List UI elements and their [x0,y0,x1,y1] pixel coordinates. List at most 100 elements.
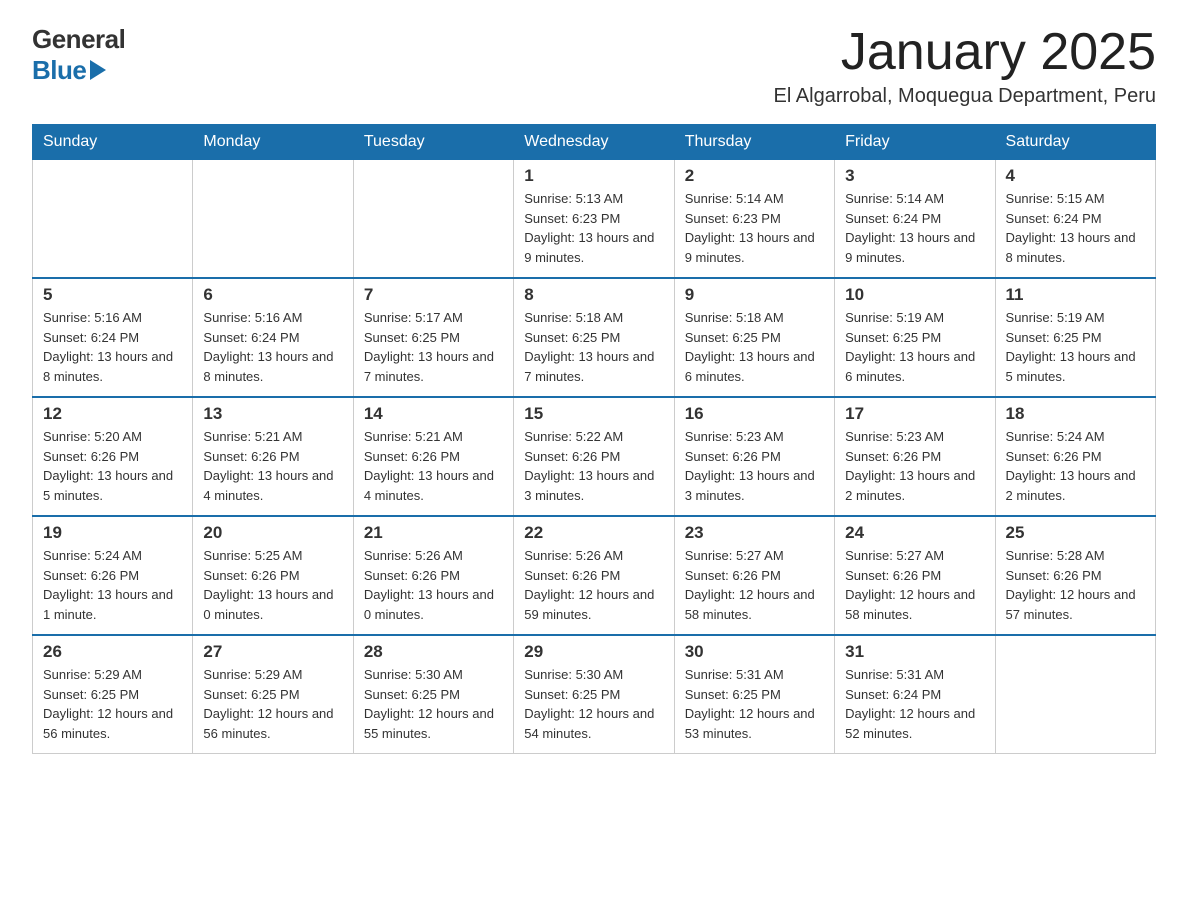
table-row: 23 Sunrise: 5:27 AM Sunset: 6:26 PM Dayli… [674,516,834,635]
day-number: 18 [1006,404,1145,424]
col-saturday: Saturday [995,125,1155,160]
day-info: Sunrise: 5:25 AM Sunset: 6:26 PM Dayligh… [203,546,342,624]
logo-blue-text: Blue [32,55,86,86]
table-row: 20 Sunrise: 5:25 AM Sunset: 6:26 PM Dayli… [193,516,353,635]
table-row: 22 Sunrise: 5:26 AM Sunset: 6:26 PM Dayli… [514,516,674,635]
day-number: 26 [43,642,182,662]
table-row [33,160,193,279]
table-row: 8Sunrise: 5:18 AM Sunset: 6:25 PM Daylig… [514,278,674,397]
day-info: Sunrise: 5:16 AM Sunset: 6:24 PM Dayligh… [203,308,342,386]
day-info: Sunrise: 5:13 AM Sunset: 6:23 PM Dayligh… [524,189,663,267]
col-friday: Friday [835,125,995,160]
day-info: Sunrise: 5:26 AM Sunset: 6:26 PM Dayligh… [364,546,503,624]
day-number: 4 [1006,166,1145,186]
day-number: 15 [524,404,663,424]
calendar-week-row: 12 Sunrise: 5:20 AM Sunset: 6:26 PM Dayli… [33,397,1156,516]
day-number: 28 [364,642,503,662]
calendar-week-row: 1Sunrise: 5:13 AM Sunset: 6:23 PM Daylig… [33,160,1156,279]
day-number: 24 [845,523,984,543]
day-number: 17 [845,404,984,424]
logo-general-text: General [32,24,125,55]
day-number: 27 [203,642,342,662]
day-info: Sunrise: 5:26 AM Sunset: 6:26 PM Dayligh… [524,546,663,624]
col-wednesday: Wednesday [514,125,674,160]
day-number: 11 [1006,285,1145,305]
day-info: Sunrise: 5:27 AM Sunset: 6:26 PM Dayligh… [845,546,984,624]
day-info: Sunrise: 5:20 AM Sunset: 6:26 PM Dayligh… [43,427,182,505]
day-number: 12 [43,404,182,424]
day-number: 25 [1006,523,1145,543]
table-row: 9Sunrise: 5:18 AM Sunset: 6:25 PM Daylig… [674,278,834,397]
table-row: 25 Sunrise: 5:28 AM Sunset: 6:26 PM Dayli… [995,516,1155,635]
day-number: 30 [685,642,824,662]
day-info: Sunrise: 5:15 AM Sunset: 6:24 PM Dayligh… [1006,189,1145,267]
day-number: 5 [43,285,182,305]
day-info: Sunrise: 5:27 AM Sunset: 6:26 PM Dayligh… [685,546,824,624]
day-info: Sunrise: 5:29 AM Sunset: 6:25 PM Dayligh… [43,665,182,743]
logo: General Blue [32,24,125,86]
day-info: Sunrise: 5:21 AM Sunset: 6:26 PM Dayligh… [203,427,342,505]
day-number: 8 [524,285,663,305]
day-number: 20 [203,523,342,543]
page-header: General Blue January 2025 El Algarrobal,… [32,24,1156,108]
day-info: Sunrise: 5:19 AM Sunset: 6:25 PM Dayligh… [845,308,984,386]
calendar-week-row: 5 Sunrise: 5:16 AM Sunset: 6:24 PM Daylig… [33,278,1156,397]
day-number: 13 [203,404,342,424]
location-title: El Algarrobal, Moquegua Department, Peru [774,85,1156,108]
day-number: 6 [203,285,342,305]
table-row: 3 Sunrise: 5:14 AM Sunset: 6:24 PM Daylig… [835,160,995,279]
month-title: January 2025 [774,24,1156,81]
day-number: 3 [845,166,984,186]
table-row: 24 Sunrise: 5:27 AM Sunset: 6:26 PM Dayli… [835,516,995,635]
day-info: Sunrise: 5:29 AM Sunset: 6:25 PM Dayligh… [203,665,342,743]
day-info: Sunrise: 5:24 AM Sunset: 6:26 PM Dayligh… [43,546,182,624]
day-info: Sunrise: 5:23 AM Sunset: 6:26 PM Dayligh… [685,427,824,505]
day-info: Sunrise: 5:14 AM Sunset: 6:24 PM Dayligh… [845,189,984,267]
day-number: 21 [364,523,503,543]
day-info: Sunrise: 5:18 AM Sunset: 6:25 PM Dayligh… [685,308,824,386]
table-row: 18 Sunrise: 5:24 AM Sunset: 6:26 PM Dayli… [995,397,1155,516]
day-info: Sunrise: 5:30 AM Sunset: 6:25 PM Dayligh… [364,665,503,743]
day-number: 2 [685,166,824,186]
day-info: Sunrise: 5:24 AM Sunset: 6:26 PM Dayligh… [1006,427,1145,505]
table-row: 4 Sunrise: 5:15 AM Sunset: 6:24 PM Daylig… [995,160,1155,279]
table-row: 15 Sunrise: 5:22 AM Sunset: 6:26 PM Dayli… [514,397,674,516]
logo-text-block: General Blue [32,24,125,86]
table-row [193,160,353,279]
day-info: Sunrise: 5:22 AM Sunset: 6:26 PM Dayligh… [524,427,663,505]
day-number: 23 [685,523,824,543]
title-block: January 2025 El Algarrobal, Moquegua Dep… [774,24,1156,108]
day-info: Sunrise: 5:28 AM Sunset: 6:26 PM Dayligh… [1006,546,1145,624]
table-row: 14 Sunrise: 5:21 AM Sunset: 6:26 PM Dayli… [353,397,513,516]
calendar-week-row: 26 Sunrise: 5:29 AM Sunset: 6:25 PM Dayli… [33,635,1156,754]
table-row [995,635,1155,754]
day-number: 19 [43,523,182,543]
day-info: Sunrise: 5:31 AM Sunset: 6:24 PM Dayligh… [845,665,984,743]
table-row: 11 Sunrise: 5:19 AM Sunset: 6:25 PM Dayli… [995,278,1155,397]
logo-blue-row: Blue [32,55,106,86]
table-row: 2Sunrise: 5:14 AM Sunset: 6:23 PM Daylig… [674,160,834,279]
table-row: 16Sunrise: 5:23 AM Sunset: 6:26 PM Dayli… [674,397,834,516]
table-row: 26 Sunrise: 5:29 AM Sunset: 6:25 PM Dayli… [33,635,193,754]
day-info: Sunrise: 5:23 AM Sunset: 6:26 PM Dayligh… [845,427,984,505]
day-number: 22 [524,523,663,543]
day-info: Sunrise: 5:21 AM Sunset: 6:26 PM Dayligh… [364,427,503,505]
col-monday: Monday [193,125,353,160]
col-tuesday: Tuesday [353,125,513,160]
table-row: 7Sunrise: 5:17 AM Sunset: 6:25 PM Daylig… [353,278,513,397]
table-row: 5Sunrise: 5:16 AM Sunset: 6:24 PM Daylig… [33,278,193,397]
col-thursday: Thursday [674,125,834,160]
calendar-week-row: 19 Sunrise: 5:24 AM Sunset: 6:26 PM Dayli… [33,516,1156,635]
table-row: 12 Sunrise: 5:20 AM Sunset: 6:26 PM Dayli… [33,397,193,516]
calendar-table: Sunday Monday Tuesday Wednesday Thursday… [32,124,1156,754]
table-row: 29Sunrise: 5:30 AM Sunset: 6:25 PM Dayli… [514,635,674,754]
day-number: 14 [364,404,503,424]
day-info: Sunrise: 5:19 AM Sunset: 6:25 PM Dayligh… [1006,308,1145,386]
table-row: 19 Sunrise: 5:24 AM Sunset: 6:26 PM Dayli… [33,516,193,635]
day-number: 31 [845,642,984,662]
day-number: 7 [364,285,503,305]
table-row: 10Sunrise: 5:19 AM Sunset: 6:25 PM Dayli… [835,278,995,397]
table-row: 31 Sunrise: 5:31 AM Sunset: 6:24 PM Dayli… [835,635,995,754]
table-row: 17 Sunrise: 5:23 AM Sunset: 6:26 PM Dayli… [835,397,995,516]
table-row: 6 Sunrise: 5:16 AM Sunset: 6:24 PM Daylig… [193,278,353,397]
